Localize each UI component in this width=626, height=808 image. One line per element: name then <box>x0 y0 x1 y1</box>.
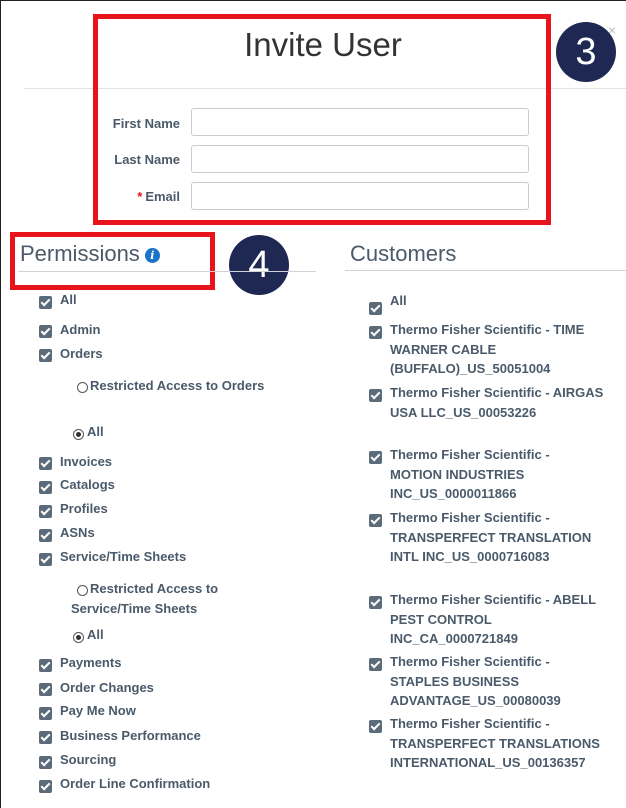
customers-rule <box>345 270 626 271</box>
customers-title: Customers <box>350 241 457 266</box>
perm-label-orders-all: All <box>87 424 104 439</box>
checkbox-perm-order-changes[interactable] <box>39 683 52 696</box>
customer-label-7: Thermo Fisher Scientific - TRANSPERFECT … <box>390 716 600 771</box>
checkbox-perm-orders[interactable] <box>39 349 52 362</box>
radio-service-all[interactable] <box>73 632 84 643</box>
checkbox-perm-business-performance[interactable] <box>39 731 52 744</box>
perm-label-service-all: All <box>87 627 104 642</box>
perm-label-all: All <box>60 292 77 307</box>
checkbox-perm-all[interactable] <box>39 296 52 309</box>
permissions-rule <box>18 271 316 272</box>
checkbox-perm-catalogs[interactable] <box>39 481 52 494</box>
checkbox-perm-invoices[interactable] <box>39 457 52 470</box>
perm-label-order-line-confirmation: Order Line Confirmation <box>60 776 211 791</box>
customer-label-2: Thermo Fisher Scientific - AIRGAS USA LL… <box>390 385 604 420</box>
info-icon[interactable]: i <box>144 247 160 263</box>
callout-box-form <box>93 14 551 225</box>
permissions-heading: Permissions i <box>20 241 160 267</box>
customer-label-1: Thermo Fisher Scientific - TIME WARNER C… <box>390 322 585 377</box>
perm-label-order-changes: Order Changes <box>60 680 154 695</box>
perm-label-asns: ASNs <box>60 525 95 540</box>
customer-label-6: Thermo Fisher Scientific - STAPLES BUSIN… <box>390 654 561 709</box>
perm-label-sourcing: Sourcing <box>60 752 117 767</box>
perm-label-orders: Orders <box>60 346 103 361</box>
checkbox-customer-6[interactable] <box>369 658 382 671</box>
checkbox-perm-sourcing[interactable] <box>39 756 52 769</box>
perm-label-admin: Admin <box>60 322 101 337</box>
checkbox-perm-payments[interactable] <box>39 659 52 672</box>
perm-label-payments: Payments <box>60 655 122 670</box>
checkbox-customer-all[interactable] <box>369 302 382 315</box>
radio-orders-all[interactable] <box>73 429 84 440</box>
checkbox-customer-3[interactable] <box>369 451 382 464</box>
customer-label-all: All <box>390 293 407 308</box>
checkbox-perm-admin[interactable] <box>39 325 52 338</box>
permissions-title: Permissions <box>20 241 140 266</box>
callout-badge-4: 4 <box>229 235 289 295</box>
perm-label-pay-me-now: Pay Me Now <box>60 703 136 718</box>
perm-label-business-performance: Business Performance <box>60 728 201 743</box>
checkbox-perm-pay-me-now[interactable] <box>39 707 52 720</box>
customer-label-5: Thermo Fisher Scientific - ABELL PEST CO… <box>390 592 596 647</box>
checkbox-customer-4[interactable] <box>369 514 382 527</box>
checkbox-perm-profiles[interactable] <box>39 505 52 518</box>
checkbox-customer-5[interactable] <box>369 596 382 609</box>
perm-label-service-time-sheets: Service/Time Sheets <box>60 549 187 564</box>
callout-badge-3: 3 <box>556 22 616 82</box>
customer-label-4: Thermo Fisher Scientific - TRANSPERFECT … <box>390 510 592 565</box>
checkbox-perm-asns[interactable] <box>39 529 52 542</box>
perm-label-profiles: Profiles <box>60 501 108 516</box>
perm-label-invoices: Invoices <box>60 454 113 469</box>
checkbox-customer-1[interactable] <box>369 326 382 339</box>
checkbox-perm-service-time-sheets[interactable] <box>39 553 52 566</box>
checkbox-customer-2[interactable] <box>369 389 382 402</box>
customer-label-3: Thermo Fisher Scientific - MOTION INDUST… <box>390 447 550 502</box>
perm-label-orders-restricted: Restricted Access to Orders <box>90 378 265 393</box>
perm-label-catalogs: Catalogs <box>60 477 115 492</box>
checkbox-customer-7[interactable] <box>369 720 382 733</box>
checkbox-perm-order-line-confirmation[interactable] <box>39 780 52 793</box>
perm-label-service-restricted: Restricted Access to Service/Time Sheets <box>71 581 219 616</box>
